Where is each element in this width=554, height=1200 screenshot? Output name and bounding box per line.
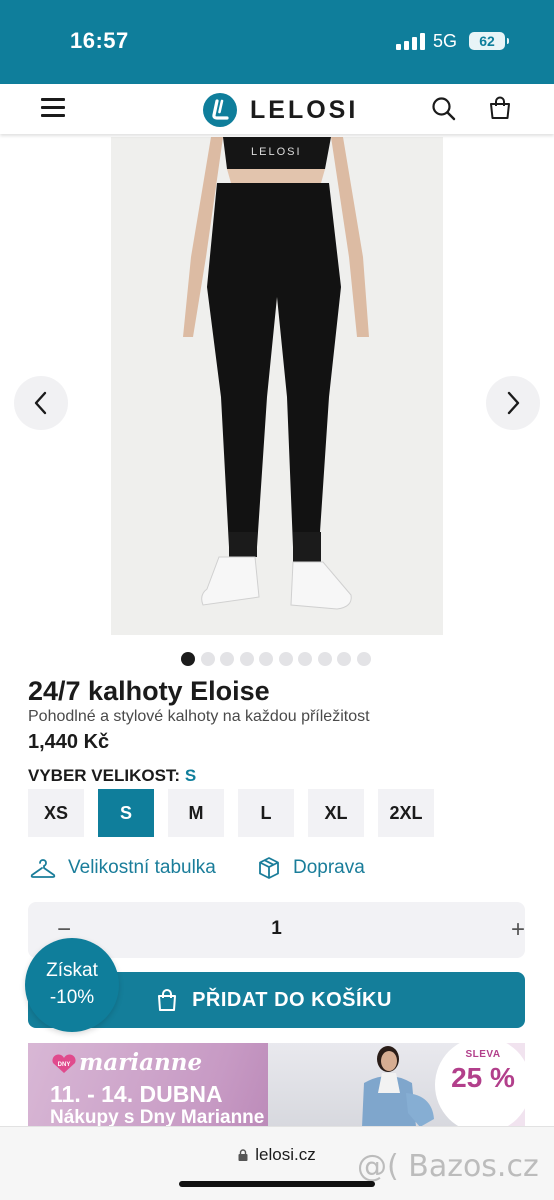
size-option-s[interactable]: S bbox=[98, 789, 154, 837]
size-table-link[interactable]: Velikostní tabulka bbox=[30, 853, 216, 883]
size-option-l[interactable]: L bbox=[238, 789, 294, 837]
pagination-dot[interactable] bbox=[220, 652, 234, 666]
pagination-dot[interactable] bbox=[317, 652, 332, 666]
image-pagination bbox=[181, 652, 371, 666]
product-title: 24/7 kalhoty Eloise bbox=[28, 676, 270, 706]
status-time: 16:57 bbox=[70, 28, 129, 53]
product-subtitle: Pohodlné a stylové kalhoty na každou pří… bbox=[28, 708, 370, 725]
size-label: VYBER VELIKOST: S bbox=[28, 766, 196, 786]
shopping-bag-icon[interactable] bbox=[487, 95, 513, 121]
sale-label: SLEVA bbox=[465, 1049, 501, 1060]
shopping-bag-icon bbox=[158, 989, 177, 1011]
pagination-dot[interactable] bbox=[356, 652, 371, 666]
heart-icon: DNY bbox=[52, 1054, 76, 1073]
sale-value: 25 % bbox=[451, 1062, 515, 1093]
banner-brand: marianne bbox=[79, 1049, 203, 1076]
size-options: XS S M L XL 2XL bbox=[28, 789, 434, 837]
pagination-dot[interactable] bbox=[181, 652, 195, 666]
next-image-button[interactable] bbox=[486, 376, 540, 430]
chevron-left-icon bbox=[34, 391, 47, 415]
package-icon bbox=[259, 857, 279, 879]
network-type: 5G bbox=[433, 31, 458, 51]
shipping-label: Doprava bbox=[293, 857, 365, 878]
search-icon[interactable] bbox=[431, 96, 457, 122]
quantity-value[interactable]: 1 bbox=[28, 918, 525, 940]
product-photo[interactable]: LELOSI bbox=[111, 137, 443, 635]
brand-name: LELOSI bbox=[250, 95, 359, 124]
menu-icon[interactable] bbox=[41, 98, 65, 118]
size-option-2xl[interactable]: 2XL bbox=[378, 789, 434, 837]
discount-line-2: -10% bbox=[49, 987, 95, 1008]
prev-image-button[interactable] bbox=[14, 376, 68, 430]
battery-icon: 62 bbox=[469, 32, 509, 50]
hanger-icon bbox=[30, 859, 56, 878]
pagination-dot[interactable] bbox=[200, 652, 215, 666]
home-indicator[interactable] bbox=[179, 1181, 375, 1187]
size-option-xl[interactable]: XL bbox=[308, 789, 364, 837]
product-page: 16:57 5G 62 LELOSI LELOSI 24/7 kalhoty E… bbox=[0, 0, 554, 1200]
lock-icon bbox=[238, 1149, 248, 1161]
url-text: lelosi.cz bbox=[255, 1145, 316, 1164]
site-header: LELOSI bbox=[0, 84, 554, 134]
banner-dates: 11. - 14. DUBNA bbox=[50, 1081, 223, 1107]
signal-icon bbox=[396, 33, 426, 50]
banner-model-image bbox=[362, 1046, 434, 1127]
selected-size: S bbox=[184, 766, 197, 785]
chevron-right-icon bbox=[507, 391, 520, 415]
promo-banner[interactable]: DNY marianne 11. - 14. DUBNA Nákupy s Dn… bbox=[28, 1043, 525, 1127]
pagination-dot[interactable] bbox=[259, 652, 273, 666]
watermark: @( Bazos.cz bbox=[357, 1149, 539, 1184]
brand-logo[interactable]: LELOSI bbox=[203, 93, 358, 127]
size-label-text: VYBER VELIKOST: bbox=[28, 766, 181, 785]
banner-badge: DNY bbox=[58, 1062, 71, 1068]
pagination-dot[interactable] bbox=[298, 652, 312, 666]
sale-badge: SLEVA 25 % bbox=[435, 1043, 525, 1127]
size-option-m[interactable]: M bbox=[168, 789, 224, 837]
pagination-dot[interactable] bbox=[239, 652, 254, 666]
discount-badge[interactable]: Získat -10% bbox=[25, 938, 119, 1032]
size-table-label: Velikostní tabulka bbox=[68, 857, 216, 878]
banner-subtitle: Nákupy s Dny Marianne bbox=[50, 1107, 265, 1127]
size-option-xs[interactable]: XS bbox=[28, 789, 84, 837]
add-to-cart-label: PŘIDAT DO KOŠÍKU bbox=[192, 988, 392, 1011]
logo-mark-icon bbox=[203, 93, 237, 127]
pagination-dot[interactable] bbox=[278, 652, 293, 666]
product-price: 1,440 Kč bbox=[28, 731, 110, 753]
increase-quantity-button[interactable]: + bbox=[506, 918, 530, 942]
status-bar: 16:57 5G 62 bbox=[0, 0, 554, 84]
discount-line-1: Získat bbox=[46, 960, 98, 981]
svg-text:LELOSI: LELOSI bbox=[251, 146, 302, 158]
shipping-link[interactable]: Doprava bbox=[257, 853, 365, 883]
pagination-dot[interactable] bbox=[337, 652, 351, 666]
